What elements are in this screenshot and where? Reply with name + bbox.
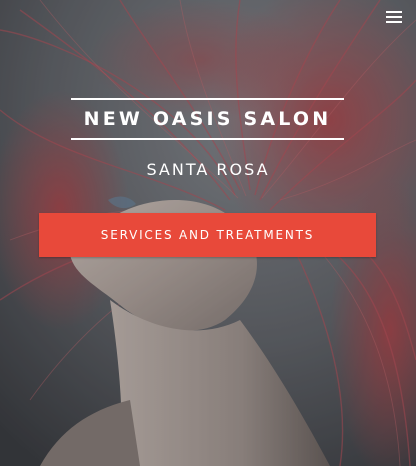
menu-line <box>386 16 402 18</box>
services-and-treatments-button[interactable]: SERVICES AND TREATMENTS <box>39 213 376 257</box>
menu-line <box>386 21 402 23</box>
hamburger-menu-icon[interactable] <box>386 8 402 26</box>
menu-line <box>386 11 402 13</box>
title-frame: NEW OASIS SALON <box>71 98 344 140</box>
salon-title: NEW OASIS SALON <box>83 108 332 130</box>
hero-section: NEW OASIS SALON SANTA ROSA SERVICES AND … <box>0 0 416 466</box>
location-subtitle: SANTA ROSA <box>146 160 270 179</box>
